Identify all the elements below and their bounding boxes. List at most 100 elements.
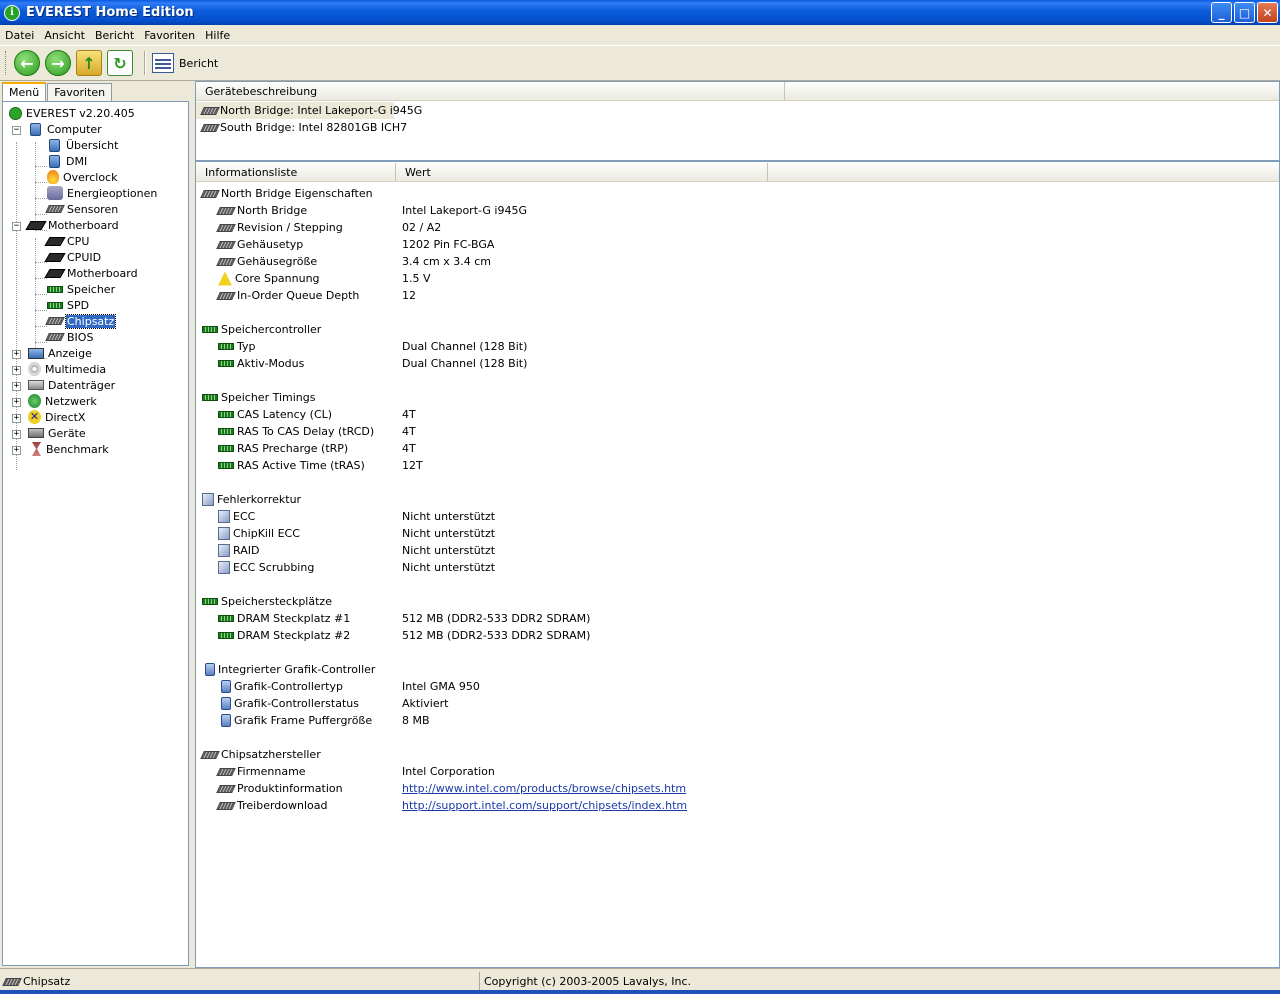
info-row[interactable]: Treiberdownload http://support.intel.com/… xyxy=(196,797,1276,814)
menu-bericht[interactable]: Bericht xyxy=(90,29,139,42)
refresh-button[interactable]: ↻ xyxy=(107,50,133,76)
tree-item-sensoren[interactable]: Sensoren xyxy=(45,201,119,217)
maximize-button[interactable]: □ xyxy=(1234,2,1255,23)
up-button[interactable]: ↑ xyxy=(76,50,102,76)
info-row[interactable]: DRAM Steckplatz #2 512 MB (DDR2-533 DDR2 … xyxy=(196,627,1276,644)
device-row-south-bridge[interactable]: South Bridge: Intel 82801GB ICH7 xyxy=(196,119,407,136)
info-value-link[interactable]: http://support.intel.com/support/chipset… xyxy=(402,799,687,812)
info-row[interactable]: Core Spannung 1.5 V xyxy=(196,270,1276,287)
tree-item-computer[interactable]: Computer xyxy=(28,121,103,137)
tree-item-dmi[interactable]: DMI xyxy=(47,153,88,169)
expand-directx-toggle[interactable]: + xyxy=(12,414,21,423)
info-section-header[interactable]: Speicher Timings xyxy=(196,389,1276,406)
info-section-header[interactable]: Chipsatzhersteller xyxy=(196,746,1276,763)
tree-item-spd[interactable]: SPD xyxy=(47,297,90,313)
tree-item-geraete[interactable]: Geräte xyxy=(28,425,87,441)
info-row[interactable]: Typ Dual Channel (128 Bit) xyxy=(196,338,1276,355)
info-value: 12 xyxy=(402,289,416,302)
tree-item-everest[interactable]: EVEREST v2.20.405 xyxy=(9,105,136,121)
info-section-header[interactable]: Speichersteckplätze xyxy=(196,593,1276,610)
tree-item-cpuid[interactable]: CPUID xyxy=(44,249,102,265)
info-row[interactable]: Firmenname Intel Corporation xyxy=(196,763,1276,780)
info-value: 12T xyxy=(402,459,423,472)
everest-app-icon[interactable]: i xyxy=(4,4,20,21)
info-section-header[interactable]: Speichercontroller xyxy=(196,321,1276,338)
info-row[interactable]: RAID Nicht unterstützt xyxy=(196,542,1276,559)
menu-hilfe[interactable]: Hilfe xyxy=(200,29,235,42)
expand-anzeige-toggle[interactable]: + xyxy=(12,350,21,359)
tree-item-directx[interactable]: ✕ DirectX xyxy=(28,409,86,425)
tree-item-bios[interactable]: BIOS xyxy=(45,329,94,345)
info-row[interactable]: CAS Latency (CL) 4T xyxy=(196,406,1276,423)
pane-divider[interactable] xyxy=(196,160,1279,162)
tree-item-energieoptionen[interactable]: Energieoptionen xyxy=(47,185,158,201)
column-header-device[interactable]: Gerätebeschreibung xyxy=(196,82,785,100)
report-icon xyxy=(152,53,174,73)
info-field-label: North Bridge xyxy=(237,204,308,217)
info-row[interactable]: RAS Precharge (tRP) 4T xyxy=(196,440,1276,457)
refresh-icon: ↻ xyxy=(113,53,127,73)
info-row[interactable]: Grafik-Controllertyp Intel GMA 950 xyxy=(196,678,1276,695)
tree-item-anzeige[interactable]: Anzeige xyxy=(28,345,93,361)
directx-icon: ✕ xyxy=(28,410,41,424)
tree-item-multimedia[interactable]: Multimedia xyxy=(28,361,107,377)
memory-icon xyxy=(202,598,218,605)
expand-benchmark-toggle[interactable]: + xyxy=(12,446,21,455)
column-header-field[interactable]: Informationsliste xyxy=(196,163,396,181)
info-row[interactable]: ECC Scrubbing Nicht unterstützt xyxy=(196,559,1276,576)
info-row[interactable]: North Bridge Intel Lakeport-G i945G xyxy=(196,202,1276,219)
close-button[interactable]: ✕ xyxy=(1257,2,1278,23)
tree-item-speicher[interactable]: Speicher xyxy=(47,281,116,297)
tree-item-chipsatz[interactable]: Chipsatz xyxy=(45,313,117,329)
tree-label: SPD xyxy=(67,298,90,312)
info-row[interactable]: ChipKill ECC Nicht unterstützt xyxy=(196,525,1276,542)
info-row[interactable]: RAS To CAS Delay (tRCD) 4T xyxy=(196,423,1276,440)
minimize-button[interactable]: _ xyxy=(1211,2,1232,23)
info-row[interactable]: Grafik-Controllerstatus Aktiviert xyxy=(196,695,1276,712)
device-row-north-bridge[interactable]: North Bridge: Intel Lakeport-G i945G xyxy=(196,102,422,119)
info-section-header[interactable]: North Bridge Eigenschaften xyxy=(196,185,1276,202)
column-header-value[interactable]: Wert xyxy=(396,163,768,181)
info-row[interactable]: ECC Nicht unterstützt xyxy=(196,508,1276,525)
tree-item-datentraeger[interactable]: Datenträger xyxy=(28,377,116,393)
expand-datentraeger-toggle[interactable]: + xyxy=(12,382,21,391)
tree-item-cpu[interactable]: CPU xyxy=(44,233,90,249)
menu-datei[interactable]: Datei xyxy=(0,29,39,42)
tree-item-benchmark[interactable]: Benchmark xyxy=(28,441,110,457)
info-row[interactable]: Gehäusetyp 1202 Pin FC-BGA xyxy=(196,236,1276,253)
expand-netzwerk-toggle[interactable]: + xyxy=(12,398,21,407)
back-button[interactable]: ← xyxy=(14,50,40,76)
expand-multimedia-toggle[interactable]: + xyxy=(12,366,21,375)
tree-item-netzwerk[interactable]: Netzwerk xyxy=(28,393,98,409)
info-value-link[interactable]: http://www.intel.com/products/browse/chi… xyxy=(402,782,686,795)
info-section-header[interactable]: Integrierter Grafik-Controller xyxy=(196,661,1276,678)
info-row[interactable]: In-Order Queue Depth 12 xyxy=(196,287,1276,304)
tab-menu[interactable]: Menü xyxy=(2,82,47,102)
collapse-computer-toggle[interactable]: − xyxy=(12,126,21,135)
collapse-motherboard-toggle[interactable]: − xyxy=(12,222,21,231)
info-row[interactable]: Revision / Stepping 02 / A2 xyxy=(196,219,1276,236)
info-section-header[interactable]: Fehlerkorrektur xyxy=(196,491,1276,508)
tree-item-uebersicht[interactable]: Übersicht xyxy=(47,137,119,153)
info-row[interactable]: DRAM Steckplatz #1 512 MB (DDR2-533 DDR2 … xyxy=(196,610,1276,627)
tree-item-motherboard-group[interactable]: Motherboard xyxy=(25,217,120,233)
menu-favoriten[interactable]: Favoriten xyxy=(139,29,200,42)
tree-item-motherboard[interactable]: Motherboard xyxy=(44,265,139,281)
menu-ansicht[interactable]: Ansicht xyxy=(39,29,90,42)
tree-label: Energieoptionen xyxy=(67,186,158,200)
info-value: 4T xyxy=(402,408,416,421)
report-button[interactable]: Bericht xyxy=(152,53,218,73)
info-field-label: Gehäusetyp xyxy=(237,238,304,251)
info-row[interactable]: Aktiv-Modus Dual Channel (128 Bit) xyxy=(196,355,1276,372)
tree-item-overclock[interactable]: Overclock xyxy=(47,169,118,185)
info-row[interactable]: Grafik Frame Puffergröße 8 MB xyxy=(196,712,1276,729)
info-field-label: RAS Precharge (tRP) xyxy=(237,442,349,455)
info-row[interactable]: RAS Active Time (tRAS) 12T xyxy=(196,457,1276,474)
forward-button[interactable]: → xyxy=(45,50,71,76)
tab-favorites[interactable]: Favoriten xyxy=(47,83,113,101)
info-field-label: Aktiv-Modus xyxy=(237,357,305,370)
info-row[interactable]: Gehäusegröße 3.4 cm x 3.4 cm xyxy=(196,253,1276,270)
expand-geraete-toggle[interactable]: + xyxy=(12,430,21,439)
info-row[interactable]: Produktinformation http://www.intel.com/p… xyxy=(196,780,1276,797)
toolbar-grip[interactable] xyxy=(5,51,8,75)
